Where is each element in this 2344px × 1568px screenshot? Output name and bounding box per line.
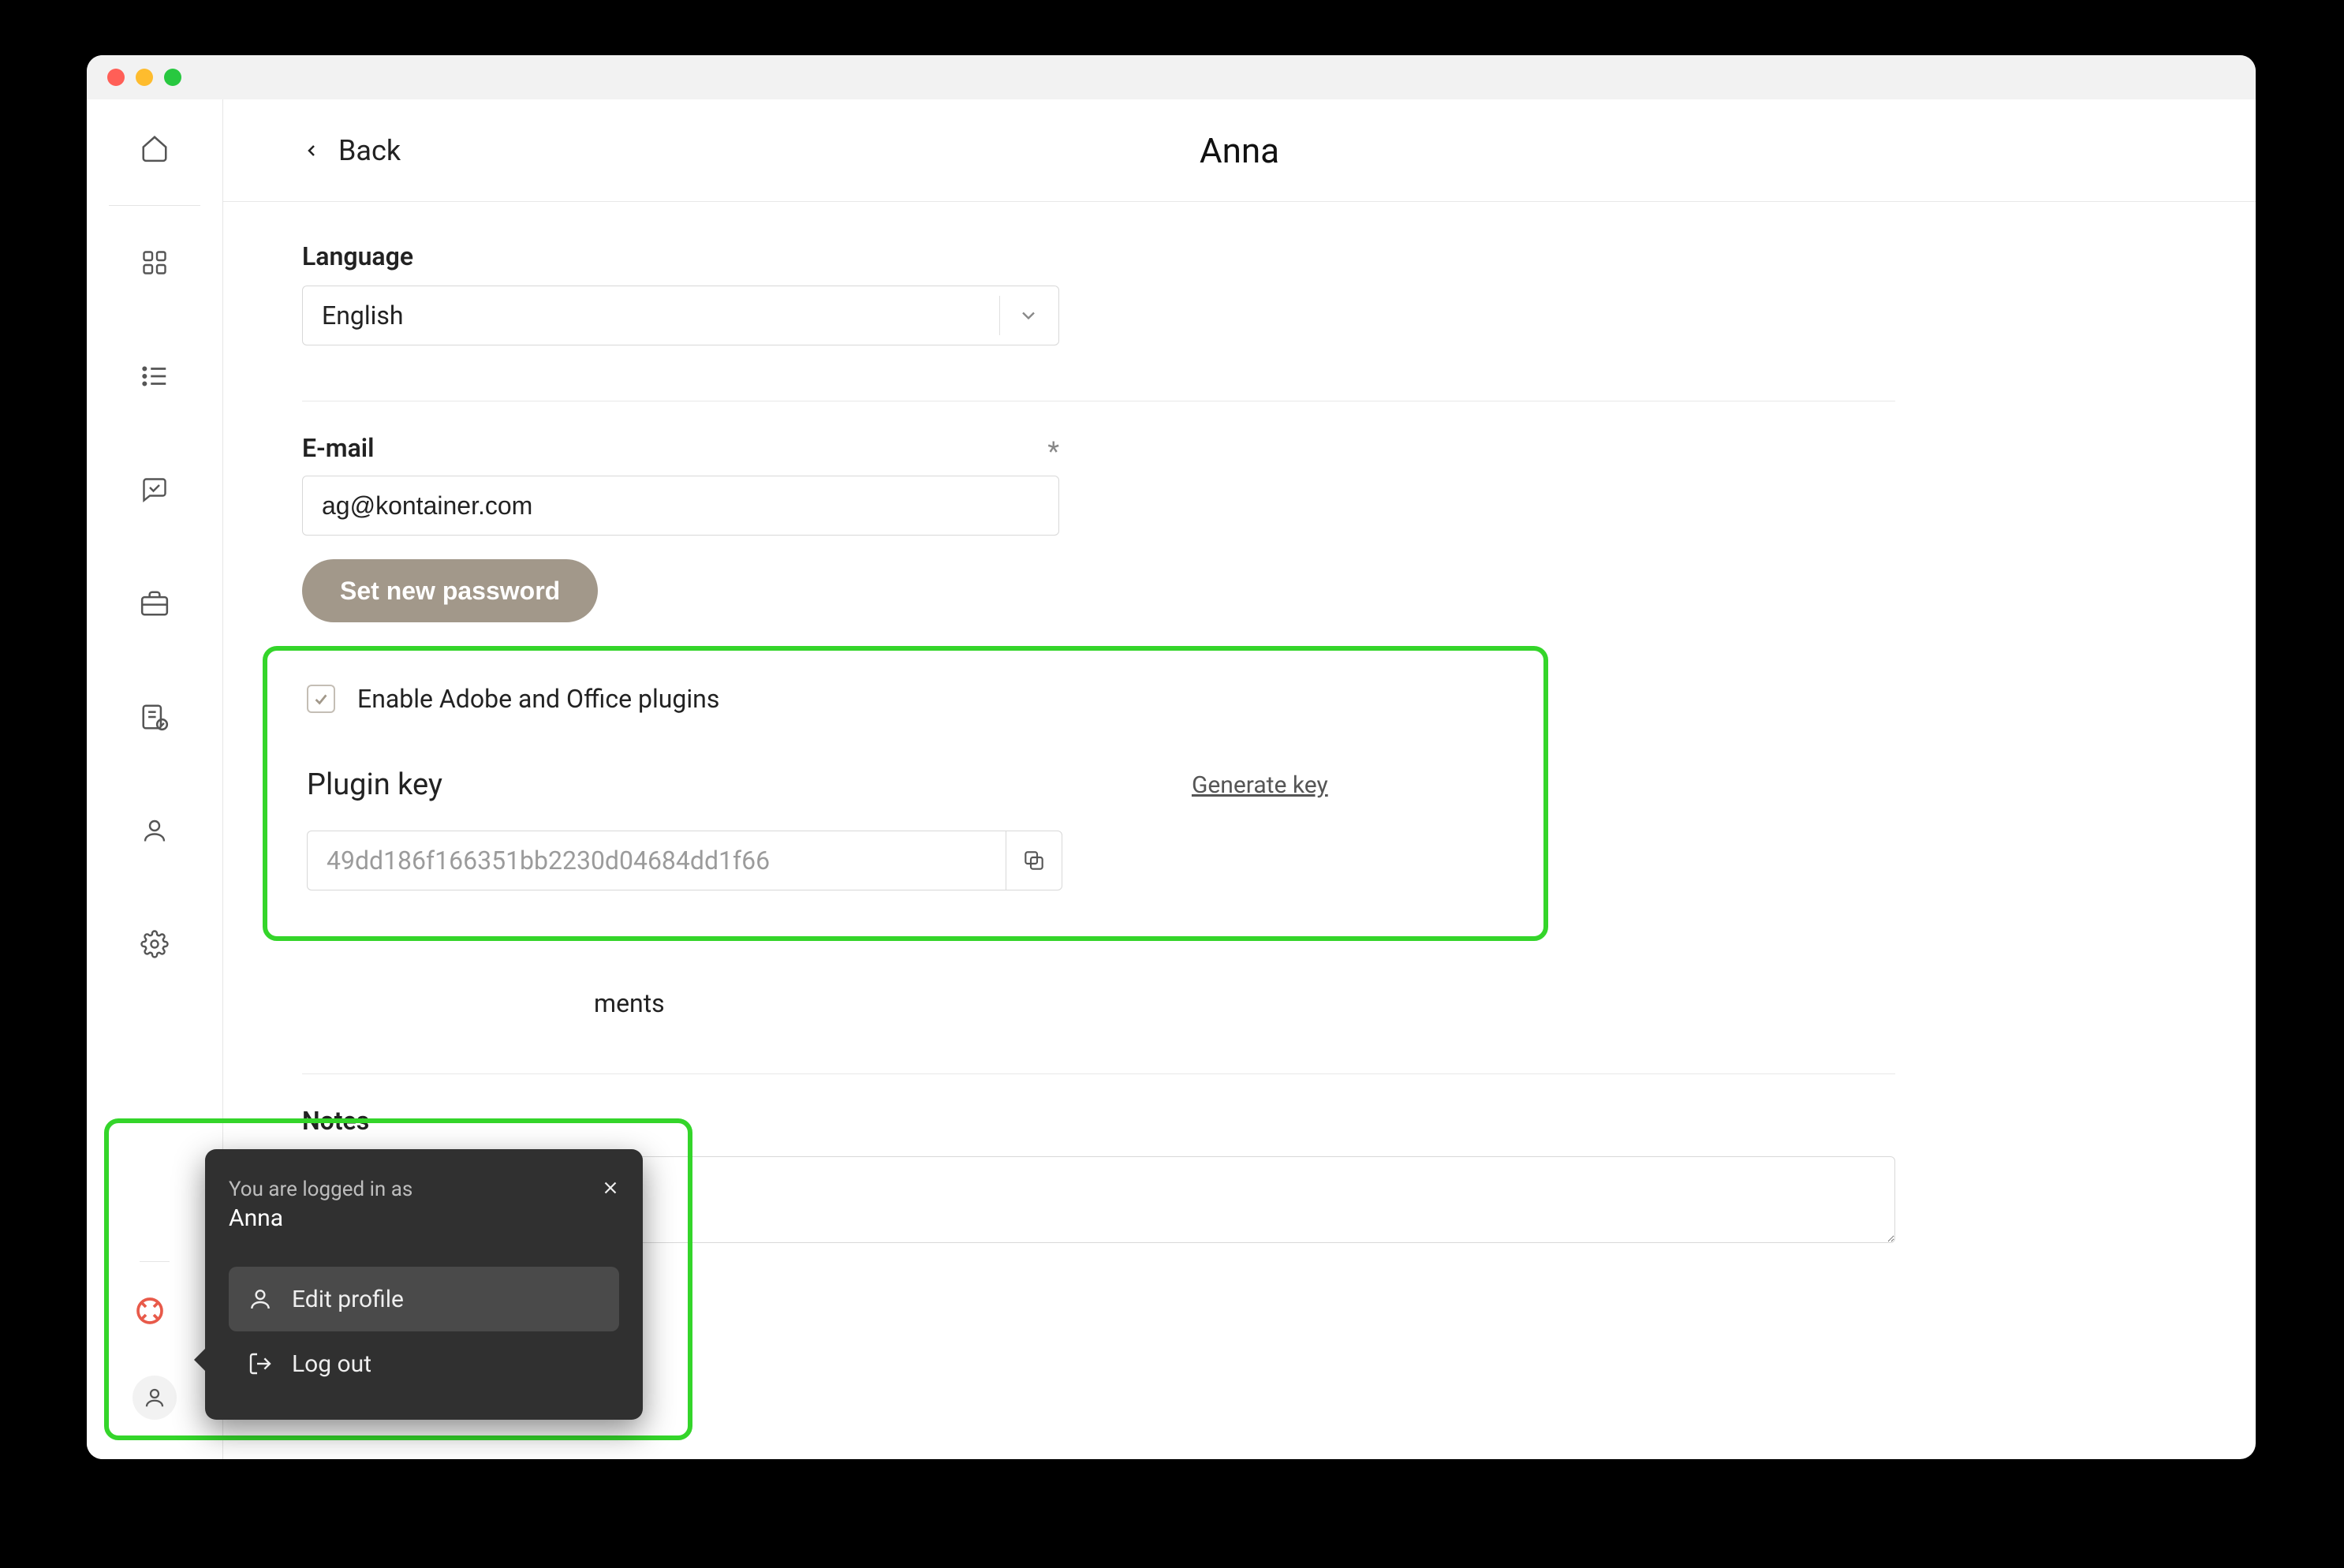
chat-check-icon[interactable] xyxy=(137,472,172,507)
window-fullscreen-dot[interactable] xyxy=(164,69,181,86)
user-icon[interactable] xyxy=(137,813,172,848)
popover-username: Anna xyxy=(229,1204,619,1232)
popover-close[interactable] xyxy=(600,1178,621,1198)
logout-icon xyxy=(248,1351,273,1376)
language-select[interactable]: English xyxy=(302,286,1059,345)
select-separator xyxy=(999,296,1000,335)
help-icon[interactable] xyxy=(133,1294,167,1328)
plugin-key-value: 49dd186f166351bb2230d04684dd1f66 xyxy=(327,846,770,875)
popover-caret xyxy=(194,1347,207,1372)
log-out-label: Log out xyxy=(292,1350,371,1378)
copy-icon xyxy=(1021,848,1047,873)
window-close-dot[interactable] xyxy=(107,69,125,86)
divider-2 xyxy=(302,1073,1895,1074)
required-mark: * xyxy=(1047,436,1059,468)
page-title: Anna xyxy=(1200,130,1279,171)
email-input[interactable] xyxy=(322,476,1039,535)
log-out-item[interactable]: Log out xyxy=(229,1331,619,1396)
edit-profile-item[interactable]: Edit profile xyxy=(229,1267,619,1331)
notes-label: Notes xyxy=(302,1106,2177,1136)
chevron-down-icon xyxy=(1017,304,1039,327)
list-icon[interactable] xyxy=(137,359,172,394)
email-field[interactable] xyxy=(302,476,1059,536)
mac-titlebar xyxy=(87,55,2256,99)
home-icon[interactable] xyxy=(137,131,172,166)
sidebar-separator xyxy=(109,205,201,206)
copy-key-button[interactable] xyxy=(1006,831,1062,890)
language-value: English xyxy=(322,301,404,330)
sidebar-separator-bottom xyxy=(140,1261,170,1262)
plugin-section-highlight: Enable Adobe and Office plugins Plugin k… xyxy=(263,646,1548,941)
main-header: Back Anna xyxy=(223,99,2256,202)
back-label: Back xyxy=(338,134,401,167)
briefcase-icon[interactable] xyxy=(137,586,172,621)
close-icon xyxy=(600,1178,621,1198)
edit-profile-label: Edit profile xyxy=(292,1286,404,1313)
checklist-icon[interactable] xyxy=(137,700,172,734)
enable-plugins-checkbox[interactable] xyxy=(307,685,335,713)
plugin-key-title: Plugin key xyxy=(307,767,442,802)
popover-subtitle: You are logged in as xyxy=(229,1178,619,1201)
profile-button[interactable] xyxy=(133,1376,177,1420)
back-button[interactable]: Back xyxy=(302,134,401,167)
plugin-key-field[interactable]: 49dd186f166351bb2230d04684dd1f66 xyxy=(307,831,1006,890)
apps-icon[interactable] xyxy=(137,245,172,280)
generate-key-link[interactable]: Generate key xyxy=(1192,771,1328,799)
profile-popover: You are logged in as Anna Edit profile L… xyxy=(205,1149,643,1420)
sidebar xyxy=(87,99,223,1459)
chevron-left-icon xyxy=(302,141,321,160)
window-minimize-dot[interactable] xyxy=(136,69,153,86)
set-new-password-button[interactable]: Set new password xyxy=(302,559,598,622)
obscured-row: ments xyxy=(302,988,2177,1018)
email-label: E-mail xyxy=(302,433,374,463)
gear-icon[interactable] xyxy=(137,927,172,961)
language-label: Language xyxy=(302,241,1059,271)
check-icon xyxy=(312,690,330,707)
enable-plugins-label: Enable Adobe and Office plugins xyxy=(357,684,719,714)
user-icon xyxy=(248,1286,273,1312)
app-window: Back Anna Language English xyxy=(87,55,2256,1459)
